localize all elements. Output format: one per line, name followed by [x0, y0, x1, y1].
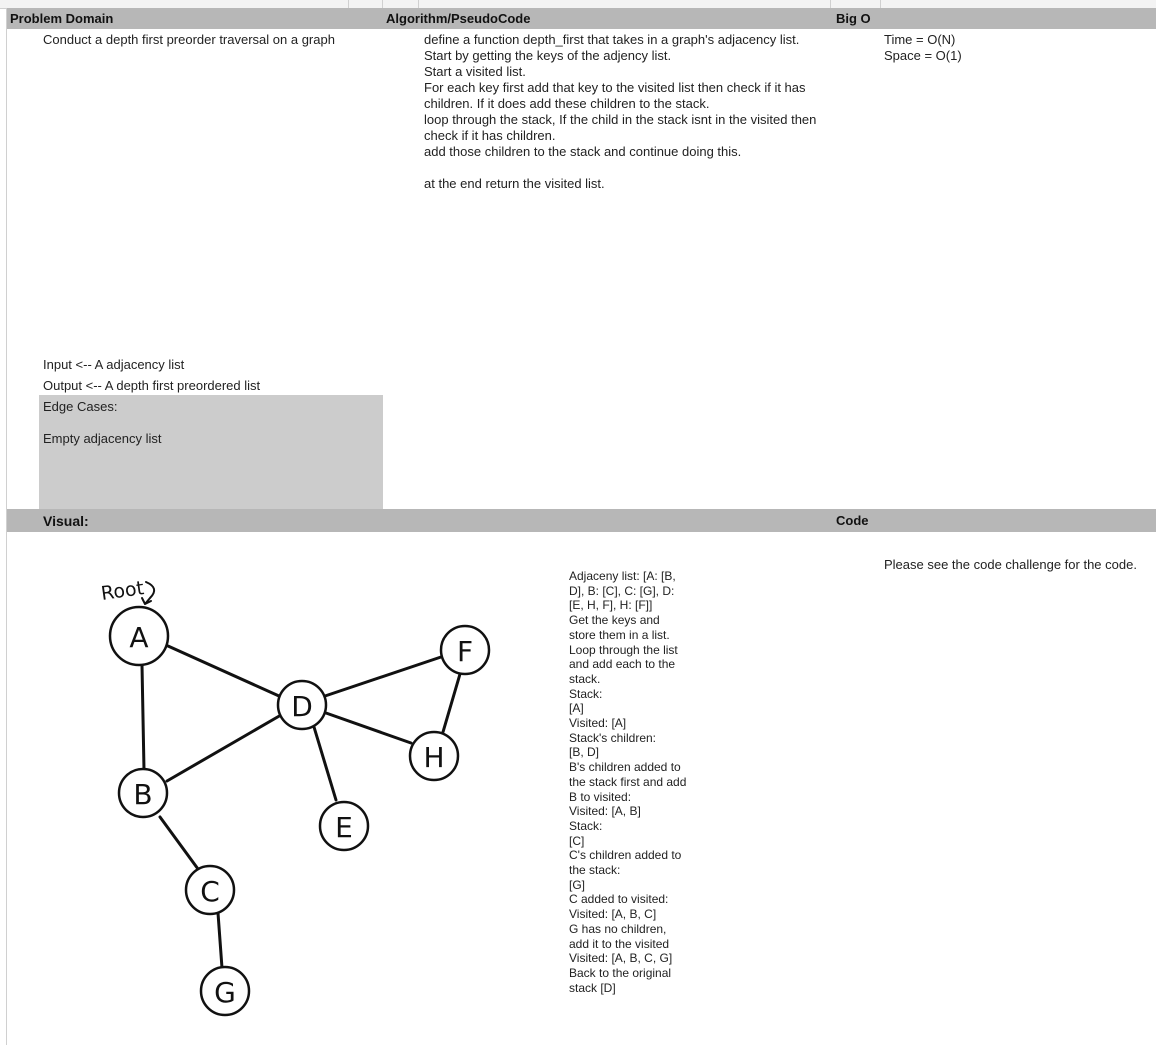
walkthrough-line: [E, H, F], H: [F]]: [569, 598, 653, 613]
walkthrough-line: add it to the visited: [569, 936, 670, 951]
walkthrough-line: the stack:: [569, 863, 621, 878]
algorithm-line: For each key first add that key to the v…: [424, 80, 806, 95]
column-divider: [382, 0, 383, 8]
walkthrough-line: B to visited:: [569, 789, 632, 804]
walkthrough-line: Visited: [A, B]: [569, 804, 641, 819]
edge-d-e: [312, 725, 338, 802]
header-big-o[interactable]: Big O: [836, 11, 871, 26]
header-row: [7, 8, 1156, 29]
node-b-label: B: [133, 778, 152, 811]
algorithm-line: loop through the stack, If the child in …: [424, 112, 817, 127]
visual-header[interactable]: Visual:: [43, 513, 89, 529]
walkthrough-line: C added to visited:: [569, 892, 669, 907]
edge-case-item: Empty adjacency list: [43, 431, 162, 446]
walkthrough-line: [C]: [569, 833, 585, 848]
walkthrough-line: D], B: [C], C: [G], D:: [569, 583, 675, 598]
time-complexity[interactable]: Time = O(N): [884, 32, 955, 48]
column-divider: [830, 0, 831, 8]
algorithm-cell[interactable]: define a function depth_first that takes…: [424, 32, 829, 192]
walkthrough-line: Stack's children:: [569, 730, 656, 745]
edge-d-f: [323, 655, 443, 698]
graph-drawing[interactable]: A B C D E F G H Root: [0, 540, 560, 1040]
problem-description[interactable]: Conduct a depth first preorder traversal…: [43, 32, 335, 48]
input-description[interactable]: Input <-- A adjacency list: [43, 357, 184, 373]
graph-nodes: [108, 605, 491, 1017]
walkthrough-line: stack.: [569, 671, 601, 686]
graph-node-labels: A B C D E F G H: [129, 621, 473, 1009]
walkthrough-line: Stack:: [569, 686, 603, 701]
walkthrough-line: Adjaceny list: [A: [B,: [569, 569, 676, 583]
walkthrough-line: Stack:: [569, 818, 603, 833]
edge-b-c: [158, 815, 200, 871]
walkthrough-line: Visited: [A]: [569, 716, 627, 731]
walkthrough-line: [G]: [569, 877, 586, 892]
walkthrough-line: [A]: [569, 701, 584, 716]
walkthrough-line: C's children added to: [569, 848, 682, 863]
walkthrough-line: Get the keys and: [569, 613, 660, 628]
walkthrough-line: the stack first and add: [569, 774, 687, 789]
column-divider: [418, 0, 419, 8]
walkthrough-line: Loop through the list: [569, 642, 678, 657]
column-divider: [348, 0, 349, 8]
algorithm-line: children. If it does add these children …: [424, 96, 710, 111]
walkthrough-line: Visited: [A, B, C]: [569, 907, 657, 922]
walkthrough-line: B's children added to: [569, 760, 681, 775]
edge-cases-label: Edge Cases:: [43, 399, 118, 414]
code-header[interactable]: Code: [836, 513, 869, 528]
node-c-label: C: [200, 875, 220, 908]
edge-d-h: [324, 711, 413, 745]
algorithm-line: at the end return the visited list.: [424, 176, 605, 191]
edge-a-b: [140, 663, 146, 772]
edge-b-d: [165, 713, 283, 783]
algorithm-line: Start a visited list.: [424, 64, 526, 79]
node-g-label: G: [214, 976, 236, 1009]
walkthrough-cell[interactable]: Adjaceny list: [A: [B, D], B: [C], C: [G…: [569, 569, 709, 995]
algorithm-line: check if it has children.: [424, 128, 556, 143]
algorithm-line: Start by getting the keys of the adjency…: [424, 48, 672, 63]
algorithm-line: [424, 160, 829, 176]
space-complexity[interactable]: Space = O(1): [884, 48, 962, 64]
edge-a-d: [166, 644, 281, 698]
section-header-row: [7, 509, 1156, 532]
node-e-label: E: [335, 811, 353, 844]
header-problem-domain[interactable]: Problem Domain: [10, 11, 113, 26]
walkthrough-line: [B, D]: [569, 745, 600, 760]
walkthrough-line: and add each to the: [569, 657, 676, 672]
walkthrough-line: Back to the original: [569, 965, 672, 980]
edge-f-h: [441, 672, 462, 734]
code-note[interactable]: Please see the code challenge for the co…: [884, 557, 1137, 573]
walkthrough-line: store them in a list.: [569, 627, 670, 642]
edge-c-g: [216, 911, 224, 970]
node-h-label: H: [423, 741, 444, 774]
walkthrough-line: stack [D]: [569, 980, 616, 995]
header-algorithm[interactable]: Algorithm/PseudoCode: [386, 11, 530, 26]
algorithm-line: add those children to the stack and cont…: [424, 144, 742, 159]
output-description[interactable]: Output <-- A depth first preordered list: [43, 378, 260, 394]
node-a-label: A: [129, 621, 148, 654]
node-f-label: F: [457, 635, 473, 668]
column-divider: [880, 0, 881, 8]
algorithm-line: define a function depth_first that takes…: [424, 32, 800, 47]
walkthrough-line: G has no children,: [569, 921, 667, 936]
walkthrough-line: Visited: [A, B, C, G]: [569, 951, 673, 966]
root-label: Root: [100, 577, 146, 605]
node-d-label: D: [291, 690, 313, 723]
